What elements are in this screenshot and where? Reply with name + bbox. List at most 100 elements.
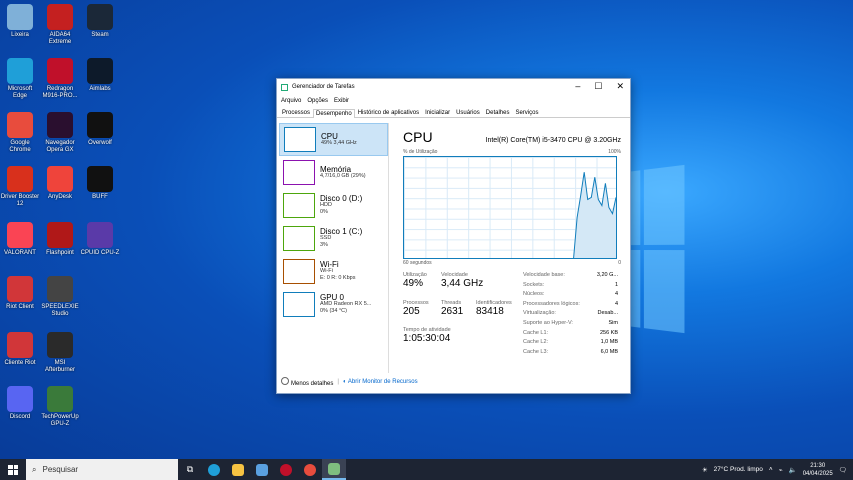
desktop-icon[interactable]: AIDA64 Extreme: [40, 4, 80, 46]
utilization-value: 49%: [403, 278, 424, 289]
menu-arquivo[interactable]: Arquivo: [281, 98, 301, 104]
desktop-icon-label: Steam: [91, 32, 109, 38]
redragon-taskbar-icon[interactable]: [274, 459, 298, 480]
resource-sub: 4,7/16,0 GB (29%): [320, 172, 366, 179]
tab-historico[interactable]: Histórico de aplicativos: [355, 108, 422, 117]
desktop-icon[interactable]: TechPowerUp GPU-Z: [40, 386, 80, 428]
tab-detalhes[interactable]: Detalhes: [483, 108, 513, 117]
close-icon[interactable]: ✕: [616, 81, 624, 92]
desktop-icon[interactable]: BUFF: [80, 166, 120, 201]
less-details-button[interactable]: Menos detalhes: [281, 377, 333, 387]
resource-name: Memória: [320, 164, 352, 174]
desktop-icon[interactable]: Discord: [0, 386, 40, 421]
cpu-thumbnail: [284, 127, 316, 152]
resource-disk-0[interactable]: Disco 0 (D:) HDD 0%: [279, 189, 388, 222]
resource-sub-2: 3%: [320, 242, 328, 248]
flashpoint-icon: [47, 222, 73, 248]
desktop-icon[interactable]: Aimlabs: [80, 58, 120, 93]
chevron-up-icon[interactable]: ˄: [769, 466, 773, 473]
detail-value: 1,0 MB: [600, 339, 618, 346]
window-title: Gerenciador de Tarefas: [292, 84, 355, 90]
task-manager-taskbar-icon[interactable]: [322, 459, 346, 480]
afterburner-icon: [47, 332, 73, 358]
task-view-icon[interactable]: ⧉: [178, 459, 202, 480]
resource-gpu[interactable]: GPU 0 AMD Radeon RX 5... 0% (34 °C): [279, 288, 388, 321]
detail-row: Núcleos: 4: [523, 291, 618, 301]
minimize-icon[interactable]: –: [575, 81, 580, 92]
desktop-icon[interactable]: Driver Booster 12: [0, 166, 40, 208]
open-resource-monitor-link[interactable]: ◐ Abrir Monitor de Recursos: [343, 379, 418, 385]
desktop-icon[interactable]: Flashpoint: [40, 222, 80, 257]
desktop-icon-label: Lixeira: [11, 32, 29, 38]
resource-sub-2: 0%: [320, 209, 328, 215]
menu-opcoes[interactable]: Opções: [307, 98, 328, 104]
tab-processos[interactable]: Processos: [279, 108, 313, 117]
desktop-icon[interactable]: SPEEDLEXIE Studio: [40, 276, 80, 318]
resource-name: GPU 0: [320, 293, 345, 302]
detail-row: Processadores lógicos: 4: [523, 301, 618, 311]
clock[interactable]: 21:30 04/04/2025: [803, 462, 833, 478]
desktop-icon[interactable]: Steam: [80, 4, 120, 39]
resource-wifi[interactable]: Wi-Fi Wi-Fi E: 0 R: 0 Kbps: [279, 255, 388, 288]
recycle-bin-icon: [7, 4, 33, 30]
desktop-icon[interactable]: Lixeira: [0, 4, 40, 39]
desktop-icon-label: SPEEDLEXIE Studio: [41, 304, 79, 317]
menu-exibir[interactable]: Exibir: [334, 98, 349, 104]
steam-icon: [87, 4, 113, 30]
resource-disk-1[interactable]: Disco 1 (C:) SSD 3%: [279, 222, 388, 255]
tab-desempenho[interactable]: Desempenho: [313, 109, 355, 118]
tab-servicos[interactable]: Serviços: [512, 108, 541, 117]
cpu-usage-area: [573, 172, 616, 258]
graph-label-left: % de Utilização: [403, 149, 438, 155]
cpu-model: Intel(R) Core(TM) i5-3470 CPU @ 3.20GHz: [485, 137, 621, 144]
resource-sub: Wi-Fi: [320, 268, 333, 274]
graph-foot-left: 60 segundos: [403, 260, 432, 266]
weather-text[interactable]: 27°C Prod. limpo: [714, 466, 763, 473]
detail-key: Cache L3:: [523, 348, 549, 355]
weather-icon[interactable]: ☀: [702, 466, 708, 474]
gpu-thumbnail: [283, 292, 315, 317]
resource-sub: 49% 3,44 GHz: [321, 139, 357, 146]
start-button[interactable]: [0, 459, 26, 480]
detail-value: Desab...: [597, 310, 618, 317]
desktop-icon-label: Driver Booster 12: [0, 194, 40, 207]
search-box[interactable]: ⌕ Pesquisar: [26, 459, 178, 480]
edge-taskbar-icon[interactable]: [202, 459, 226, 480]
notification-icon[interactable]: 🗨: [839, 466, 847, 474]
desktop-icon-label: Flashpoint: [46, 250, 74, 256]
detail-row: Sockets: 1: [523, 282, 618, 292]
detail-key: Cache L1:: [523, 329, 549, 336]
desktop-icon-label: Cliente Riot: [4, 360, 36, 366]
desktop-icon[interactable]: Google Chrome: [0, 112, 40, 154]
resource-cpu[interactable]: CPU 49% 3,44 GHz: [279, 123, 388, 156]
desktop-icon[interactable]: VALORANT: [0, 222, 40, 257]
detail-key: Virtualização:: [523, 310, 556, 317]
desktop-icon[interactable]: Riot Client: [0, 276, 40, 311]
store-taskbar-icon[interactable]: [250, 459, 274, 480]
explorer-taskbar-icon[interactable]: [226, 459, 250, 480]
desktop-icon[interactable]: AnyDesk: [40, 166, 80, 201]
desktop-icon[interactable]: Redragon M916-PRO...: [40, 58, 80, 100]
resource-name: Wi-Fi: [320, 260, 339, 269]
desktop-icon[interactable]: Overwolf: [80, 112, 120, 147]
anydesk-icon: [47, 166, 73, 192]
aida64-icon: [47, 4, 73, 30]
desktop-icon[interactable]: Cliente Riot: [0, 332, 40, 367]
desktop-icon[interactable]: CPUID CPU-Z: [80, 222, 120, 257]
tab-inicializar[interactable]: Inicializar: [422, 108, 453, 117]
network-icon[interactable]: ⌁: [779, 466, 783, 474]
maximize-icon[interactable]: ☐: [594, 81, 602, 92]
desktop-icon[interactable]: Microsoft Edge: [0, 58, 40, 100]
volume-icon[interactable]: 🔈: [789, 466, 797, 474]
desktop-icon[interactable]: MSI Afterburner: [40, 332, 80, 374]
clock-time: 21:30: [810, 462, 826, 469]
desktop-icon[interactable]: Navegador Opera GX: [40, 112, 80, 154]
wifi-thumbnail: [283, 259, 315, 284]
tab-usuarios[interactable]: Usuários: [453, 108, 483, 117]
cpu-usage-svg: [573, 172, 616, 258]
speed-value: 3,44 GHz: [441, 278, 484, 289]
resource-memory[interactable]: Memória 4,7/16,0 GB (29%): [279, 156, 388, 189]
desktop-icon-label: Redragon M916-PRO...: [42, 86, 78, 99]
task-manager-window[interactable]: Gerenciador de Tarefas – ☐ ✕ Arquivo Opç…: [276, 78, 631, 394]
chrome-taskbar-icon[interactable]: [298, 459, 322, 480]
